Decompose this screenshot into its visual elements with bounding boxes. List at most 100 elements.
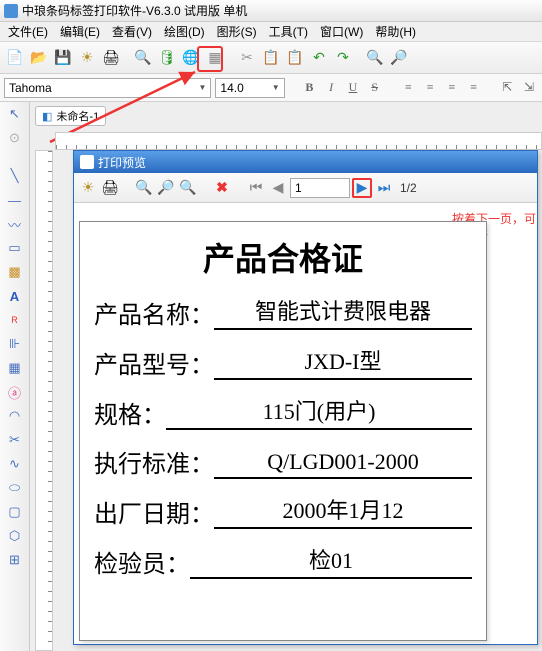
align-center-button[interactable]: ≡ bbox=[421, 79, 439, 97]
barcode-tool-icon[interactable]: ⊪ bbox=[4, 334, 26, 354]
qrcode-tool-icon[interactable]: ▦ bbox=[4, 358, 26, 378]
preview-next-icon[interactable]: ▶ bbox=[352, 178, 372, 198]
copy-icon[interactable]: 📋 bbox=[260, 47, 282, 69]
paste-icon[interactable]: 📋 bbox=[284, 47, 306, 69]
menu-edit[interactable]: 编辑(E) bbox=[54, 21, 106, 42]
polyline-tool-icon[interactable]: 〰 bbox=[4, 214, 26, 234]
main-toolbar: 📄 📂 💾 ☀ 🖨 🔍 🛢 🌐 ▦ ✂ 📋 📋 ↶ ↷ 🔍 🔎 bbox=[0, 42, 542, 74]
align-justify-button[interactable]: ≡ bbox=[465, 79, 483, 97]
preview-close-icon[interactable]: ✖ bbox=[212, 178, 232, 198]
align-left-button[interactable]: ≡ bbox=[399, 79, 417, 97]
field-value: JXD-I型 bbox=[214, 344, 472, 380]
field-label: 规格： bbox=[94, 395, 166, 430]
preview-window-icon bbox=[80, 155, 94, 169]
valign-middle-button[interactable]: ⇲ bbox=[520, 79, 538, 97]
menu-draw[interactable]: 绘图(D) bbox=[158, 21, 211, 42]
print-icon[interactable]: 🖨 bbox=[100, 47, 122, 69]
menu-tools[interactable]: 工具(T) bbox=[263, 21, 314, 42]
zoom-out-icon[interactable]: 🔍 bbox=[364, 47, 386, 69]
field-row: 规格： 115门(用户) bbox=[94, 394, 472, 430]
pan-tool-icon[interactable]: ⊙ bbox=[4, 128, 26, 148]
database-icon[interactable]: 🛢 bbox=[156, 47, 178, 69]
zoom-in-icon[interactable]: 🔎 bbox=[388, 47, 410, 69]
cut-icon[interactable]: ✂ bbox=[236, 47, 258, 69]
circle-text-tool-icon[interactable]: ⓐ bbox=[4, 382, 26, 402]
font-name-combo[interactable]: Tahoma ▼ bbox=[4, 78, 211, 98]
field-row: 检验员： 检01 bbox=[94, 543, 472, 579]
ellipse-tool-icon[interactable]: ⬭ bbox=[4, 478, 26, 498]
preview-icon[interactable]: 🔍 bbox=[132, 47, 154, 69]
menu-help[interactable]: 帮助(H) bbox=[369, 21, 422, 42]
field-label: 执行标准： bbox=[94, 444, 214, 479]
field-row: 出厂日期： 2000年1月12 bbox=[94, 493, 472, 529]
field-label: 产品型号： bbox=[94, 345, 214, 380]
preview-last-icon[interactable]: ⏭ bbox=[374, 178, 394, 198]
preview-zoomout-icon[interactable]: 🔍 bbox=[134, 178, 154, 198]
menu-file[interactable]: 文件(E) bbox=[2, 21, 54, 42]
bold-button[interactable]: B bbox=[301, 79, 319, 97]
strike-button[interactable]: S bbox=[366, 79, 384, 97]
rect-tool-icon[interactable]: ▭ bbox=[4, 238, 26, 258]
open-icon[interactable]: 📂 bbox=[28, 47, 50, 69]
preview-first-icon[interactable]: ⏮ bbox=[246, 178, 266, 198]
app-icon bbox=[4, 4, 18, 18]
preview-print-icon[interactable]: 🖨 bbox=[100, 178, 120, 198]
field-label: 产品名称： bbox=[94, 295, 214, 330]
menu-view[interactable]: 查看(V) bbox=[106, 21, 158, 42]
polygon-tool-icon[interactable]: ⬡ bbox=[4, 526, 26, 546]
text-tool-icon[interactable]: A bbox=[4, 286, 26, 306]
field-value: Q/LGD001-2000 bbox=[214, 449, 472, 479]
doc-tab-icon: ◧ bbox=[42, 110, 52, 123]
font-size-combo[interactable]: 14.0 ▼ bbox=[215, 78, 284, 98]
undo-icon[interactable]: ↶ bbox=[308, 47, 330, 69]
arc-tool-icon[interactable]: ◠ bbox=[4, 406, 26, 426]
valign-top-button[interactable]: ⇱ bbox=[498, 79, 516, 97]
workspace: ↖ ⊙ ╲ — 〰 ▭ ▩ A R ⊪ ▦ ⓐ ◠ ✂ ∿ ⬭ ▢ ⬡ ⊞ ◧ … bbox=[0, 102, 542, 651]
field-label: 检验员： bbox=[94, 544, 190, 579]
field-row: 产品型号： JXD-I型 bbox=[94, 344, 472, 380]
preview-zoomfit-icon[interactable]: 🔍 bbox=[178, 178, 198, 198]
preview-page-total: 1/2 bbox=[396, 181, 421, 195]
vline-tool-icon[interactable]: — bbox=[4, 190, 26, 210]
preview-prev-icon[interactable]: ◀ bbox=[268, 178, 288, 198]
field-value: 智能式计费限电器 bbox=[214, 294, 472, 330]
italic-button[interactable]: I bbox=[322, 79, 340, 97]
menu-shape[interactable]: 图形(S) bbox=[211, 21, 263, 42]
field-row: 执行标准： Q/LGD001-2000 bbox=[94, 444, 472, 479]
preview-page-input[interactable] bbox=[290, 178, 350, 198]
menu-bar: 文件(E) 编辑(E) 查看(V) 绘图(D) 图形(S) 工具(T) 窗口(W… bbox=[0, 22, 542, 42]
chevron-down-icon: ▼ bbox=[272, 83, 280, 92]
richtext-tool-icon[interactable]: R bbox=[4, 310, 26, 330]
doc-tab-label: 未命名-1 bbox=[56, 108, 99, 124]
settings-icon[interactable]: ☀ bbox=[76, 47, 98, 69]
preview-zoomin-icon[interactable]: 🔎 bbox=[156, 178, 176, 198]
save-icon[interactable]: 💾 bbox=[52, 47, 74, 69]
globe-icon[interactable]: 🌐 bbox=[180, 47, 202, 69]
field-value: 115门(用户) bbox=[166, 394, 472, 430]
left-tool-palette: ↖ ⊙ ╲ — 〰 ▭ ▩ A R ⊪ ▦ ⓐ ◠ ✂ ∿ ⬭ ▢ ⬡ ⊞ bbox=[0, 102, 30, 651]
ruler-horizontal bbox=[55, 132, 542, 150]
crop-tool-icon[interactable]: ✂ bbox=[4, 430, 26, 450]
grid-icon[interactable]: ▦ bbox=[204, 47, 226, 69]
certificate-page: 产品合格证 产品名称： 智能式计费限电器 产品型号： JXD-I型 规格： 11… bbox=[79, 221, 487, 641]
preview-titlebar[interactable]: 打印预览 bbox=[74, 151, 537, 173]
font-toolbar: Tahoma ▼ 14.0 ▼ B I U S ≡ ≡ ≡ ≡ ⇱ ⇲ bbox=[0, 74, 542, 102]
image-tool-icon[interactable]: ▩ bbox=[4, 262, 26, 282]
preview-toolbar: ☀ 🖨 🔍 🔎 🔍 ✖ ⏮ ◀ ▶ ⏭ 1/2 bbox=[74, 173, 537, 203]
pointer-tool-icon[interactable]: ↖ bbox=[4, 104, 26, 124]
new-icon[interactable]: 📄 bbox=[4, 47, 26, 69]
field-row: 产品名称： 智能式计费限电器 bbox=[94, 294, 472, 330]
document-tab[interactable]: ◧ 未命名-1 bbox=[35, 106, 106, 126]
underline-button[interactable]: U bbox=[344, 79, 362, 97]
table-tool-icon[interactable]: ⊞ bbox=[4, 550, 26, 570]
align-right-button[interactable]: ≡ bbox=[443, 79, 461, 97]
redo-icon[interactable]: ↷ bbox=[332, 47, 354, 69]
menu-window[interactable]: 窗口(W) bbox=[314, 21, 369, 42]
line-tool-icon[interactable]: ╲ bbox=[4, 166, 26, 186]
print-preview-window: 打印预览 ☀ 🖨 🔍 🔎 🔍 ✖ ⏮ ◀ ▶ ⏭ 1/2 按着下一页，可以进行 … bbox=[73, 150, 538, 645]
preview-settings-icon[interactable]: ☀ bbox=[78, 178, 98, 198]
font-name-value: Tahoma bbox=[9, 81, 52, 95]
rounded-rect-tool-icon[interactable]: ▢ bbox=[4, 502, 26, 522]
curve-tool-icon[interactable]: ∿ bbox=[4, 454, 26, 474]
title-bar: 中琅条码标签打印软件-V6.3.0 试用版 单机 bbox=[0, 0, 542, 22]
